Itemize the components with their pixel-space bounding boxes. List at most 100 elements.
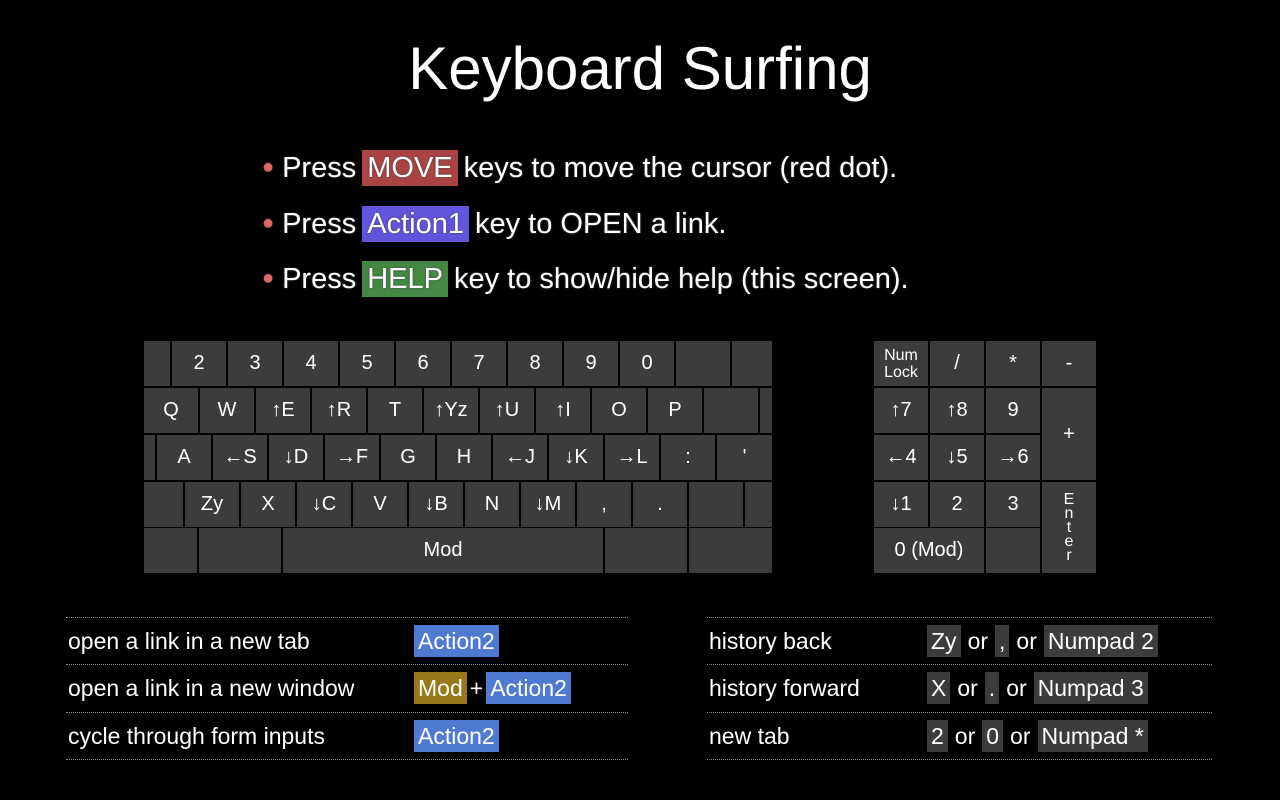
move-tag: MOVE: [362, 150, 458, 186]
key-i: ↑I: [536, 388, 590, 433]
key-mod-space: Mod: [283, 528, 603, 573]
key-l: →L: [605, 435, 659, 480]
key-r: ↑R: [312, 388, 366, 433]
key-comma: ,: [577, 482, 631, 527]
key-colon: :: [661, 435, 715, 480]
numpad-0-mod: 0 (Mod): [874, 528, 984, 573]
key-yz: ↑Yz: [424, 388, 478, 433]
numpad-divide: /: [930, 341, 984, 386]
key-b: ↓B: [409, 482, 463, 527]
key-w: W: [200, 388, 254, 433]
key-8: 8: [508, 341, 562, 386]
key-c: ↓C: [297, 482, 351, 527]
key-blank: [745, 482, 772, 527]
shortcut-key: ,: [995, 625, 1010, 657]
shortcut-key: Numpad *: [1037, 720, 1148, 752]
shortcut-key: Mod: [414, 672, 467, 704]
table-row: new tab 2 or 0 or Numpad *: [707, 713, 1212, 759]
shortcut-separator: or: [1006, 674, 1027, 701]
enter-letter: r: [1066, 546, 1072, 564]
numpad-multiply: *: [986, 341, 1040, 386]
key-v: V: [353, 482, 407, 527]
instruction-suffix: key to show/hide help (this screen).: [454, 263, 909, 295]
key-blank: [704, 388, 758, 433]
table-row: open a link in a new window Mod + Action…: [66, 665, 628, 711]
key-blank: [760, 388, 772, 433]
key-5: 5: [340, 341, 394, 386]
numpad-plus: +: [1042, 388, 1096, 480]
shortcut-key: 0: [982, 720, 1004, 752]
key-blank: [199, 528, 281, 573]
instruction-move: ● Press MOVE keys to move the cursor (red d…: [262, 148, 897, 191]
shortcut-key: 2: [927, 720, 948, 752]
key-blank: [144, 528, 197, 573]
bullet-icon: ●: [262, 156, 275, 178]
instruction-suffix: keys to move the cursor (red dot).: [463, 152, 898, 184]
table-row: history forward X or . or Numpad 3: [707, 665, 1212, 711]
shortcut-key: .: [984, 672, 1000, 704]
key-blank: [676, 341, 730, 386]
shortcut-separator: or: [957, 674, 978, 701]
shortcut-key: Numpad 3: [1033, 672, 1148, 704]
key-0: 0: [620, 341, 674, 386]
key-n: N: [465, 482, 519, 527]
instruction-prefix: Press: [282, 152, 357, 184]
numpad-numlock: Num Lock: [874, 341, 928, 386]
shortcut-separator: or: [967, 627, 989, 654]
numpad-minus: -: [1042, 341, 1096, 386]
key-e: ↑E: [256, 388, 310, 433]
shortcut-action: open a link in a new tab: [68, 627, 310, 654]
shortcut-separator: +: [469, 674, 484, 701]
key-3: 3: [228, 341, 282, 386]
shortcut-separator: or: [1010, 722, 1031, 749]
key-q: Q: [144, 388, 198, 433]
key-f: →F: [325, 435, 379, 480]
key-2: 2: [172, 341, 226, 386]
numpad-decimal: [986, 528, 1040, 573]
shortcut-action: history back: [709, 627, 832, 654]
key-7: 7: [452, 341, 506, 386]
shortcut-key: Numpad 2: [1043, 625, 1158, 657]
table-row: cycle through form inputs Action2: [66, 713, 628, 759]
key-period: .: [633, 482, 687, 527]
help-tag: HELP: [362, 261, 448, 297]
numpad-4: ←4: [874, 435, 928, 480]
key-s: ←S: [213, 435, 267, 480]
key-9: 9: [564, 341, 618, 386]
table-row: history back Zy or , or Numpad 2: [707, 618, 1212, 664]
key-blank: [689, 528, 772, 573]
key-j: ←J: [493, 435, 547, 480]
instruction-prefix: Press: [282, 263, 357, 295]
numpad-3: 3: [986, 482, 1040, 527]
numpad-7: ↑7: [874, 388, 928, 433]
key-quote: ': [717, 435, 772, 480]
key-blank: [144, 482, 183, 527]
shortcut-action: history forward: [709, 674, 860, 701]
shortcut-key: Action2: [486, 672, 571, 704]
key-blank: [732, 341, 772, 386]
numpad-6: →6: [986, 435, 1040, 480]
key-x: X: [241, 482, 295, 527]
key-t: T: [368, 388, 422, 433]
key-blank: [605, 528, 687, 573]
numpad-8: ↑8: [930, 388, 984, 433]
key-6: 6: [396, 341, 450, 386]
page-title: Keyboard Surfing: [408, 35, 872, 102]
key-o: O: [592, 388, 646, 433]
numpad-2: 2: [930, 482, 984, 527]
shortcut-key: X: [927, 672, 951, 704]
key-zy: Zy: [185, 482, 239, 527]
instruction-action1: ● Press Action1 key to OPEN a link.: [262, 204, 726, 247]
divider: [66, 759, 628, 760]
shortcut-separator: or: [1016, 627, 1037, 654]
bullet-icon: ●: [262, 267, 275, 289]
key-k: ↓K: [549, 435, 603, 480]
table-row: open a link in a new tab Action2: [66, 618, 628, 664]
key-blank: [144, 435, 155, 480]
key-g: G: [381, 435, 435, 480]
key-blank: [689, 482, 743, 527]
numpad-1: ↓1: [874, 482, 928, 527]
instruction-suffix: key to OPEN a link.: [474, 208, 727, 240]
shortcut-separator: or: [954, 722, 976, 749]
numpad-5: ↓5: [930, 435, 984, 480]
